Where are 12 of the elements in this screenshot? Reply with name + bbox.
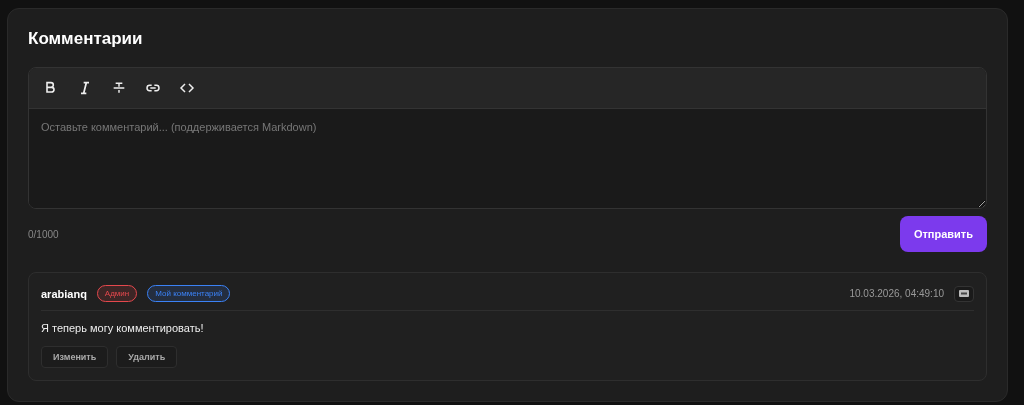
comment-editor[interactable]: Оставьте комментарий... (поддерживается Markdown) [28,67,987,209]
character-counter: 0/1000 [28,228,59,240]
section-title: Комментарии [28,29,144,49]
comment-time: 10.03.2026, 04:49:10 [849,288,944,299]
role-tag: Админ [96,285,138,302]
role-tag: Мой комментарий [147,285,231,302]
comment-action-button[interactable]: Изменить [41,346,109,368]
comment-action-button[interactable]: Удалить [116,346,178,368]
submit-button[interactable]: Отправить [899,216,987,252]
card-icon[interactable] [954,285,974,302]
author-name: arabianq [41,287,87,300]
comment-text: Я теперь могу комментировать! [41,322,205,334]
